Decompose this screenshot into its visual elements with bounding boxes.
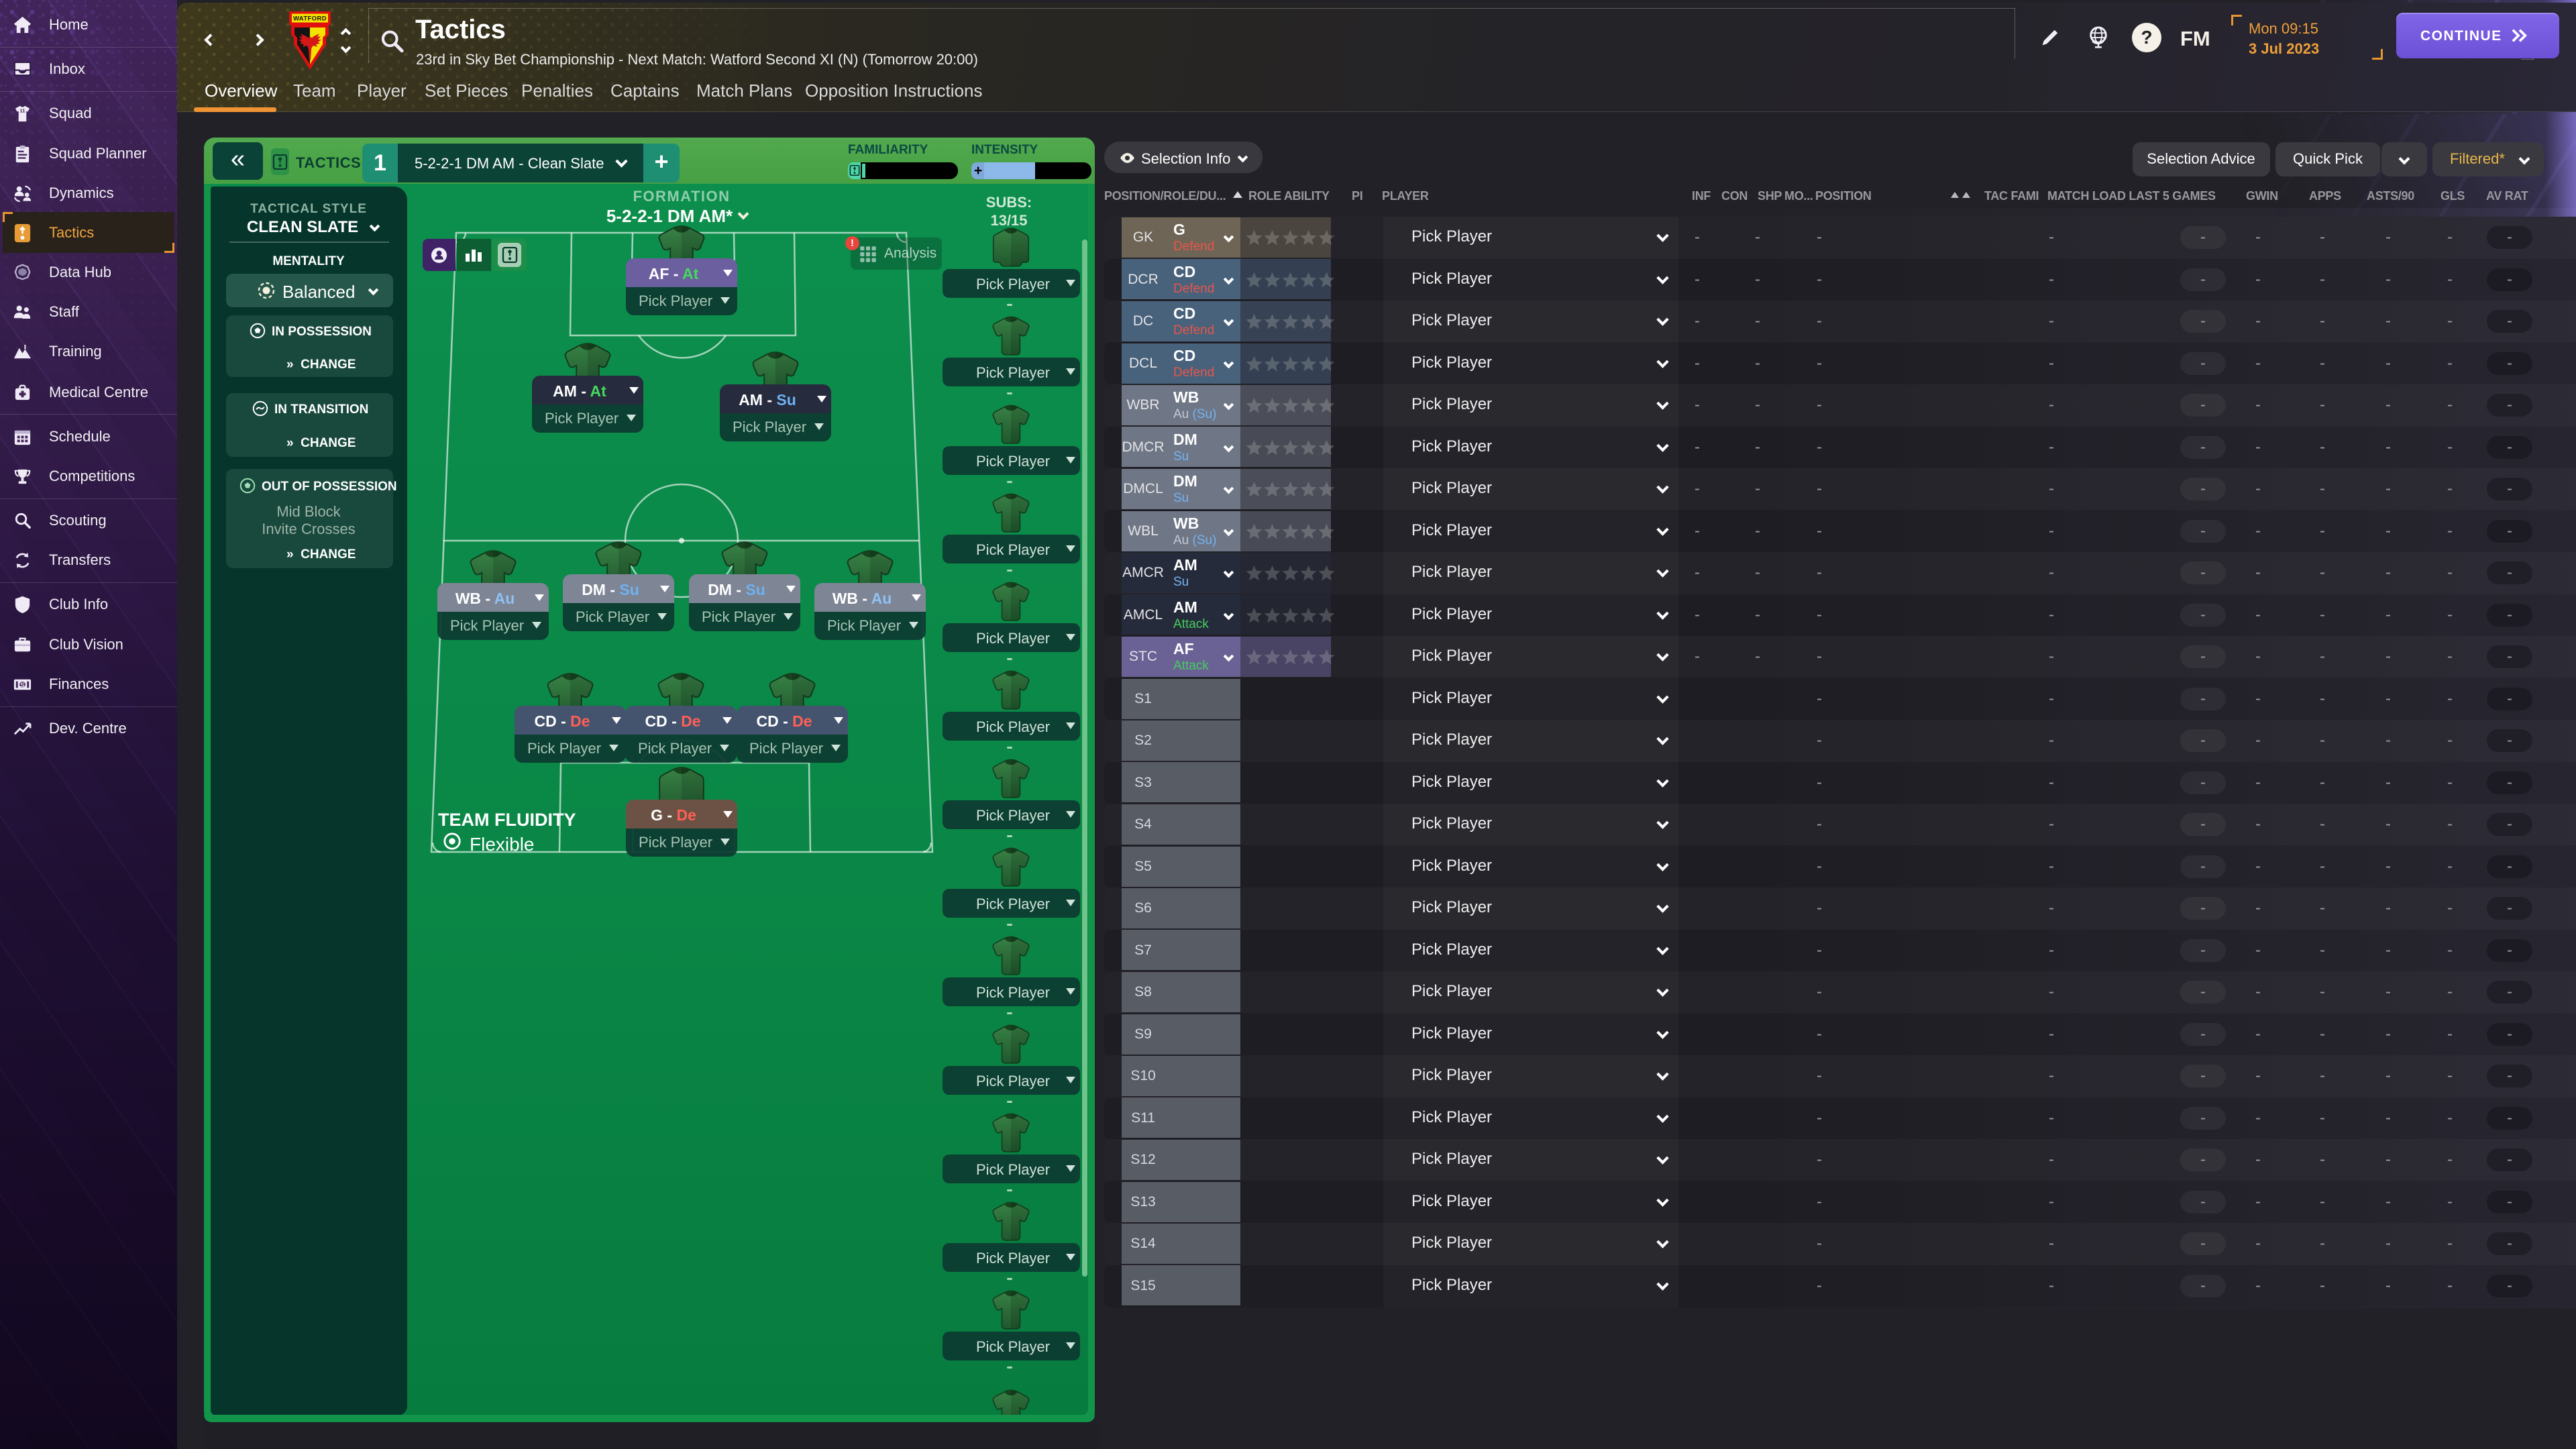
svg-text:S: S [20, 682, 25, 689]
svg-text:11: 11 [19, 108, 25, 114]
svg-text:WATFORD: WATFORD [293, 15, 327, 23]
